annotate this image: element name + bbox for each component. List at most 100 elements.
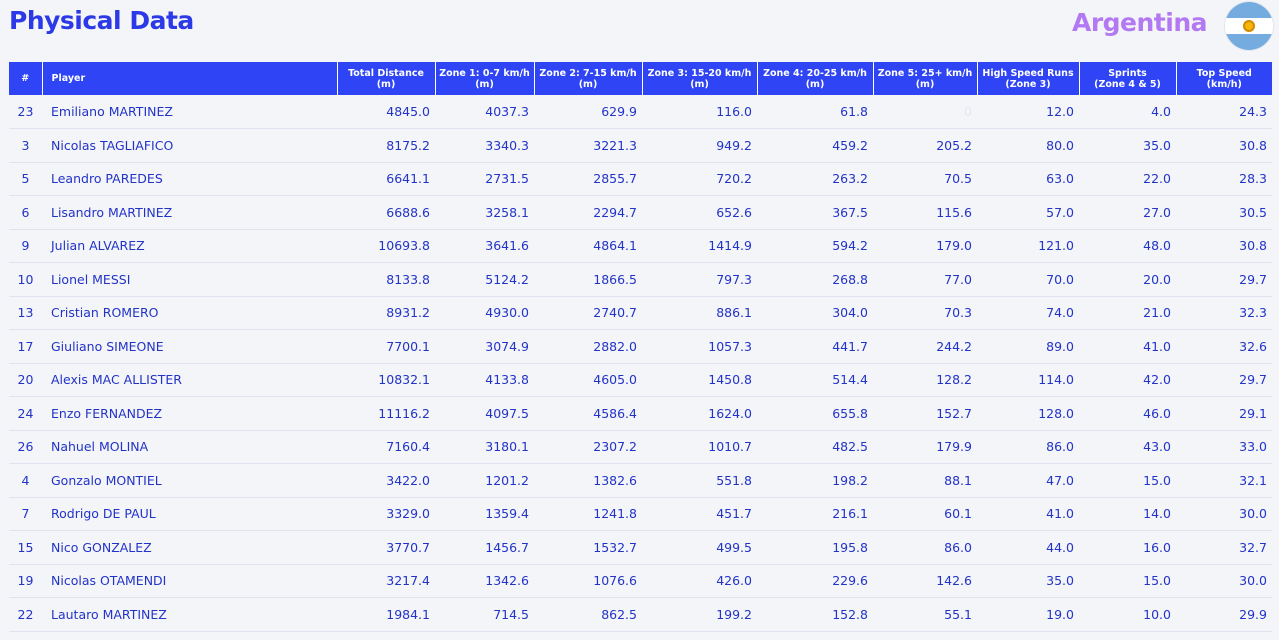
cell-total: 6641.1	[337, 162, 435, 196]
cell-total: 10693.8	[337, 229, 435, 263]
cell-z3: 551.8	[642, 463, 757, 498]
cell-player: Leandro PAREDES	[42, 162, 337, 196]
cell-player: Cristian ROMERO	[42, 296, 337, 330]
cell-hsr: 114.0	[977, 363, 1079, 397]
cell-z4: 441.7	[757, 329, 873, 364]
cell-total: 8133.8	[337, 262, 435, 297]
cell-hsr: 86.0	[977, 430, 1079, 464]
cell-top: 32.7	[1176, 530, 1272, 565]
cell-num: 20	[9, 363, 42, 397]
column-header-z5: Zone 5: 25+ km/h (m)	[873, 62, 978, 95]
cell-num: 9	[9, 229, 42, 263]
cell-z3: 1057.3	[642, 329, 757, 364]
cell-top: 30.5	[1176, 195, 1272, 230]
cell-z5: 70.3	[873, 296, 977, 330]
cell-z4: 482.5	[757, 430, 873, 464]
cell-top: 29.7	[1176, 262, 1272, 297]
column-header-z1: Zone 1: 0-7 km/h (m)	[435, 62, 535, 95]
cell-player: Nicolas TAGLIAFICO	[42, 128, 337, 163]
cell-sprints: 4.0	[1079, 95, 1176, 129]
cell-z1: 5124.2	[435, 262, 534, 297]
cell-num: 13	[9, 296, 42, 330]
cell-hsr: 12.0	[977, 95, 1079, 129]
cell-player: Nicolas OTAMENDI	[42, 564, 337, 598]
cell-sprints: 48.0	[1079, 229, 1176, 263]
cell-z4: 459.2	[757, 128, 873, 163]
column-header-player: Player	[42, 62, 338, 95]
cell-top: 28.3	[1176, 162, 1272, 196]
cell-z3: 949.2	[642, 128, 757, 163]
cell-top: 30.0	[1176, 497, 1272, 531]
table-row: 9 Julian ALVAREZ 10693.8 3641.6 4864.1 1414.9…	[9, 229, 1272, 263]
cell-z3: 1010.7	[642, 430, 757, 464]
cell-player: Lautaro MARTINEZ	[42, 597, 337, 632]
cell-z4: 367.5	[757, 195, 873, 230]
cell-z3: 116.0	[642, 95, 757, 129]
cell-num: 23	[9, 95, 42, 129]
cell-z4: 268.8	[757, 262, 873, 297]
cell-z5: 77.0	[873, 262, 977, 297]
cell-z1: 1201.2	[435, 463, 534, 498]
table-row: 10 Lionel MESSI 8133.8 5124.2 1866.5 797.3 268…	[9, 262, 1272, 297]
cell-z1: 3258.1	[435, 195, 534, 230]
cell-z1: 3641.6	[435, 229, 534, 263]
cell-z1: 3340.3	[435, 128, 534, 163]
cell-z1: 1359.4	[435, 497, 534, 531]
cell-hsr: 19.0	[977, 597, 1079, 632]
cell-num: 10	[9, 262, 42, 297]
cell-sprints: 41.0	[1079, 329, 1176, 364]
cell-z1: 714.5	[435, 597, 534, 632]
cell-hsr: 44.0	[977, 530, 1079, 565]
cell-z4: 198.2	[757, 463, 873, 498]
cell-num: 26	[9, 430, 42, 464]
cell-z4: 195.8	[757, 530, 873, 565]
cell-hsr: 47.0	[977, 463, 1079, 498]
cell-z5: 0	[873, 95, 977, 129]
cell-z5: 179.9	[873, 430, 977, 464]
cell-total: 3770.7	[337, 530, 435, 565]
column-header-hsr: High Speed Runs (Zone 3)	[977, 62, 1080, 95]
column-header-top: Top Speed (km/h)	[1176, 62, 1272, 95]
table-row: 7 Rodrigo DE PAUL 3329.0 1359.4 1241.8 451.7 2…	[9, 497, 1272, 531]
table-header-row: # Player Total Distance (m) Zone 1: 0-7 km/…	[9, 62, 1272, 95]
cell-top: 29.1	[1176, 396, 1272, 431]
cell-z2: 3221.3	[534, 128, 642, 163]
cell-player: Julian ALVAREZ	[42, 229, 337, 263]
cell-num: 6	[9, 195, 42, 230]
cell-player: Gonzalo MONTIEL	[42, 463, 337, 498]
cell-z4: 263.2	[757, 162, 873, 196]
cell-sprints: 46.0	[1079, 396, 1176, 431]
cell-z2: 2882.0	[534, 329, 642, 364]
cell-z2: 2294.7	[534, 195, 642, 230]
cell-top: 30.8	[1176, 128, 1272, 163]
cell-z3: 1414.9	[642, 229, 757, 263]
cell-sprints: 43.0	[1079, 430, 1176, 464]
cell-sprints: 42.0	[1079, 363, 1176, 397]
cell-hsr: 74.0	[977, 296, 1079, 330]
cell-z1: 4097.5	[435, 396, 534, 431]
cell-player: Lisandro MARTINEZ	[42, 195, 337, 230]
cell-z3: 652.6	[642, 195, 757, 230]
cell-sprints: 20.0	[1079, 262, 1176, 297]
cell-z2: 1382.6	[534, 463, 642, 498]
cell-z2: 2855.7	[534, 162, 642, 196]
cell-total: 10832.1	[337, 363, 435, 397]
table-row: 23 Emiliano MARTINEZ 4845.0 4037.3 629.9 116.…	[9, 95, 1272, 129]
cell-z4: 514.4	[757, 363, 873, 397]
cell-player: Nahuel MOLINA	[42, 430, 337, 464]
cell-z3: 797.3	[642, 262, 757, 297]
cell-z1: 3180.1	[435, 430, 534, 464]
cell-z5: 60.1	[873, 497, 977, 531]
cell-z2: 862.5	[534, 597, 642, 632]
physical-data-table: # Player Total Distance (m) Zone 1: 0-7 km/…	[9, 62, 1272, 632]
table-row: 6 Lisandro MARTINEZ 6688.6 3258.1 2294.7 652.…	[9, 195, 1272, 230]
table-row: 24 Enzo FERNANDEZ 11116.2 4097.5 4586.4 1624.…	[9, 396, 1272, 431]
cell-player: Enzo FERNANDEZ	[42, 396, 337, 431]
cell-z2: 1866.5	[534, 262, 642, 297]
page-title: Physical Data	[9, 6, 194, 35]
cell-hsr: 121.0	[977, 229, 1079, 263]
cell-hsr: 70.0	[977, 262, 1079, 297]
table-row: 13 Cristian ROMERO 8931.2 4930.0 2740.7 886.1…	[9, 296, 1272, 330]
cell-z5: 128.2	[873, 363, 977, 397]
cell-sprints: 10.0	[1079, 597, 1176, 632]
